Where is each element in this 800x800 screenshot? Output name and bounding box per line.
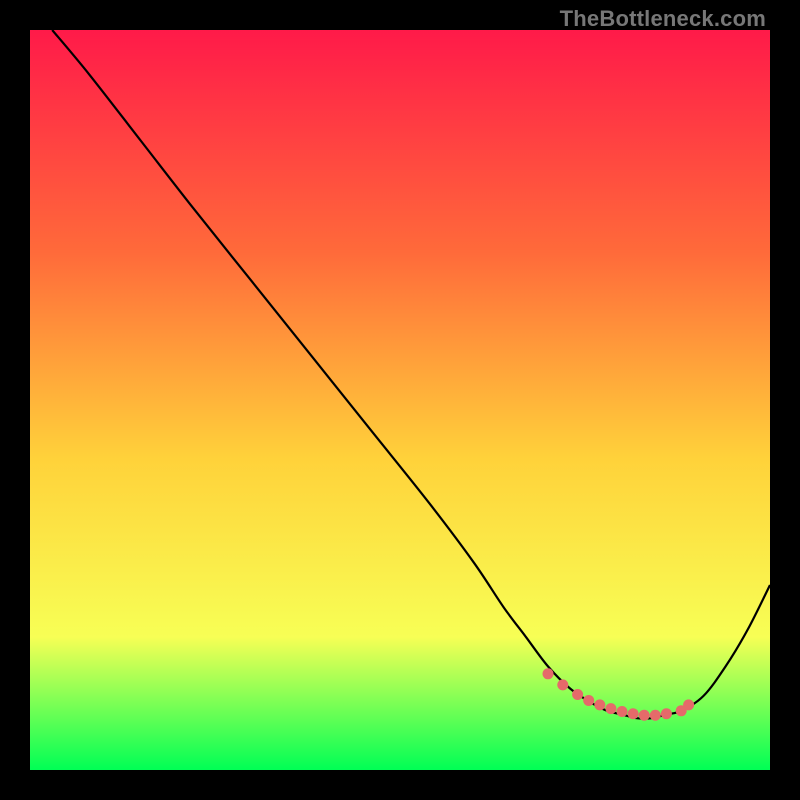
highlight-marker bbox=[639, 710, 650, 721]
watermark-text: TheBottleneck.com bbox=[560, 6, 766, 32]
highlight-marker bbox=[543, 668, 554, 679]
highlight-marker bbox=[583, 695, 594, 706]
highlight-marker bbox=[605, 703, 616, 714]
highlight-marker bbox=[683, 699, 694, 710]
highlight-marker bbox=[617, 706, 628, 717]
chart-frame bbox=[30, 30, 770, 770]
chart-svg bbox=[30, 30, 770, 770]
highlight-marker bbox=[628, 708, 639, 719]
highlight-marker bbox=[572, 689, 583, 700]
highlight-marker bbox=[661, 708, 672, 719]
highlight-marker bbox=[594, 699, 605, 710]
highlight-marker bbox=[557, 679, 568, 690]
highlight-marker bbox=[650, 710, 661, 721]
